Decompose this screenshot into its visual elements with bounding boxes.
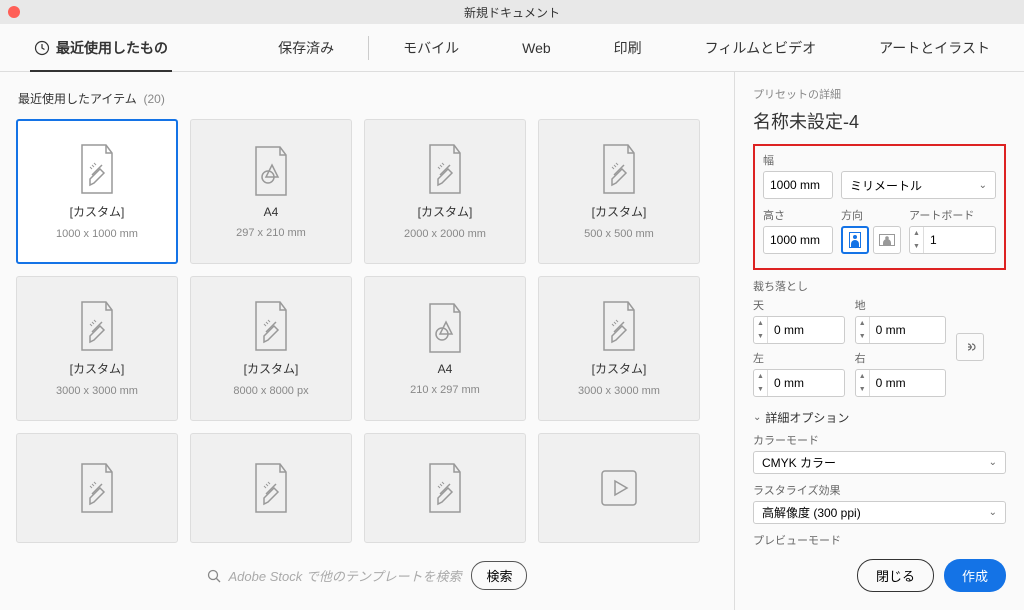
close-button[interactable]: 閉じる xyxy=(857,559,934,592)
search-button[interactable]: 検索 xyxy=(471,561,527,590)
preset-name: [カスタム] xyxy=(592,360,647,377)
detail-panel: プリセットの詳細 名称未設定-4 幅 1000 mm ミリメートル⌄ 高さ 10… xyxy=(734,72,1024,610)
tab-film[interactable]: フィルムとビデオ xyxy=(701,38,820,58)
width-input[interactable]: 1000 mm xyxy=(763,171,833,199)
detail-header: プリセットの詳細 xyxy=(753,86,1006,102)
tab-art[interactable]: アートとイラスト xyxy=(875,38,994,58)
preset-name: [カスタム] xyxy=(70,360,125,377)
height-input[interactable]: 1000 mm xyxy=(763,226,833,254)
preset-name: [カスタム] xyxy=(244,360,299,377)
preset-grid: [カスタム] 1000 x 1000 mm A4 297 x 210 mm [カスタム]… xyxy=(16,119,718,543)
preset-shape-icon xyxy=(424,302,466,354)
preset-size: 8000 x 8000 px xyxy=(233,385,308,397)
preset-size: 2000 x 2000 mm xyxy=(404,228,486,240)
tab-separator xyxy=(368,36,369,60)
bleed-bottom-input[interactable]: ▲▼0 mm xyxy=(855,316,947,344)
colormode-select[interactable]: CMYK カラー⌄ xyxy=(753,451,1006,474)
create-button[interactable]: 作成 xyxy=(944,559,1006,592)
preset-item[interactable]: [カスタム] 8000 x 8000 px xyxy=(190,276,352,421)
bleed-left-input[interactable]: ▲▼0 mm xyxy=(753,369,845,397)
preset-item[interactable]: [カスタム] 3000 x 3000 mm xyxy=(16,276,178,421)
preset-tools-icon xyxy=(250,300,292,352)
preset-item[interactable] xyxy=(364,433,526,543)
stock-search-input[interactable]: Adobe Stock で他のテンプレートを検索 xyxy=(207,566,462,585)
chevron-down-icon: ⌄ xyxy=(989,457,997,468)
preset-item[interactable]: [カスタム] 1000 x 1000 mm xyxy=(16,119,178,264)
orientation-landscape[interactable] xyxy=(873,226,901,254)
preset-tools-icon xyxy=(76,462,118,514)
preset-tools-icon xyxy=(424,462,466,514)
tab-saved[interactable]: 保存済み xyxy=(274,38,338,58)
preset-item[interactable]: [カスタム] 3000 x 3000 mm xyxy=(538,276,700,421)
link-bleed-button[interactable] xyxy=(956,333,984,361)
chevron-down-icon: ⌄ xyxy=(753,412,761,423)
preset-panel: 最近使用したアイテム (20) [カスタム] 1000 x 1000 mm A4 29… xyxy=(0,72,734,610)
preset-tools-icon xyxy=(598,143,640,195)
close-window-button[interactable] xyxy=(8,6,20,18)
preset-tools-icon xyxy=(598,300,640,352)
tab-recent[interactable]: 最近使用したもの xyxy=(30,38,172,72)
preset-item[interactable] xyxy=(16,433,178,543)
preset-tools-icon xyxy=(76,300,118,352)
preset-size: 1000 x 1000 mm xyxy=(56,228,138,240)
artboard-stepper[interactable]: ▲▼ 1 xyxy=(909,226,996,254)
link-icon xyxy=(963,340,977,354)
step-down-icon[interactable]: ▼ xyxy=(910,240,923,253)
tab-web[interactable]: Web xyxy=(518,38,555,58)
preset-shape-icon xyxy=(250,145,292,197)
preset-size: 210 x 297 mm xyxy=(410,384,480,396)
chevron-down-icon: ⌄ xyxy=(989,507,997,518)
preset-name: A4 xyxy=(438,362,453,376)
tab-print[interactable]: 印刷 xyxy=(610,38,646,58)
preset-tools-icon xyxy=(250,462,292,514)
preset-name: [カスタム] xyxy=(592,203,647,220)
preset-size: 3000 x 3000 mm xyxy=(578,385,660,397)
document-name[interactable]: 名称未設定-4 xyxy=(753,108,1006,134)
window-title: 新規ドキュメント xyxy=(464,4,560,21)
chevron-down-icon: ⌄ xyxy=(979,180,987,191)
category-tabs: 最近使用したもの 保存済み モバイル Web 印刷 フィルムとビデオ アートとイ… xyxy=(0,24,1024,72)
section-title: 最近使用したアイテム (20) xyxy=(18,90,718,107)
preset-item[interactable] xyxy=(190,433,352,543)
step-up-icon[interactable]: ▲ xyxy=(910,227,923,240)
tab-mobile[interactable]: モバイル xyxy=(399,38,463,58)
portrait-icon xyxy=(849,232,861,248)
preset-name: A4 xyxy=(264,205,279,219)
landscape-icon xyxy=(879,234,895,246)
orientation-portrait[interactable] xyxy=(841,226,869,254)
raster-select[interactable]: 高解像度 (300 ppi)⌄ xyxy=(753,501,1006,524)
unit-select[interactable]: ミリメートル⌄ xyxy=(841,171,996,199)
preset-size: 500 x 500 mm xyxy=(584,228,654,240)
preset-tools-icon xyxy=(76,143,118,195)
titlebar: 新規ドキュメント xyxy=(0,0,1024,24)
preset-tools-icon xyxy=(424,143,466,195)
preset-size: 297 x 210 mm xyxy=(236,227,306,239)
preset-item[interactable] xyxy=(538,433,700,543)
advanced-toggle[interactable]: ⌄ 詳細オプション xyxy=(753,409,1006,426)
size-section-highlighted: 幅 1000 mm ミリメートル⌄ 高さ 1000 mm 方向 xyxy=(753,144,1006,270)
preset-play-icon xyxy=(598,462,640,514)
clock-icon xyxy=(34,40,50,56)
preset-size: 3000 x 3000 mm xyxy=(56,385,138,397)
preset-item[interactable]: A4 210 x 297 mm xyxy=(364,276,526,421)
bleed-top-input[interactable]: ▲▼0 mm xyxy=(753,316,845,344)
bleed-right-input[interactable]: ▲▼0 mm xyxy=(855,369,947,397)
preset-item[interactable]: [カスタム] 2000 x 2000 mm xyxy=(364,119,526,264)
preset-item[interactable]: A4 297 x 210 mm xyxy=(190,119,352,264)
search-icon xyxy=(207,569,221,583)
preset-item[interactable]: [カスタム] 500 x 500 mm xyxy=(538,119,700,264)
preset-name: [カスタム] xyxy=(418,203,473,220)
preset-name: [カスタム] xyxy=(70,203,125,220)
